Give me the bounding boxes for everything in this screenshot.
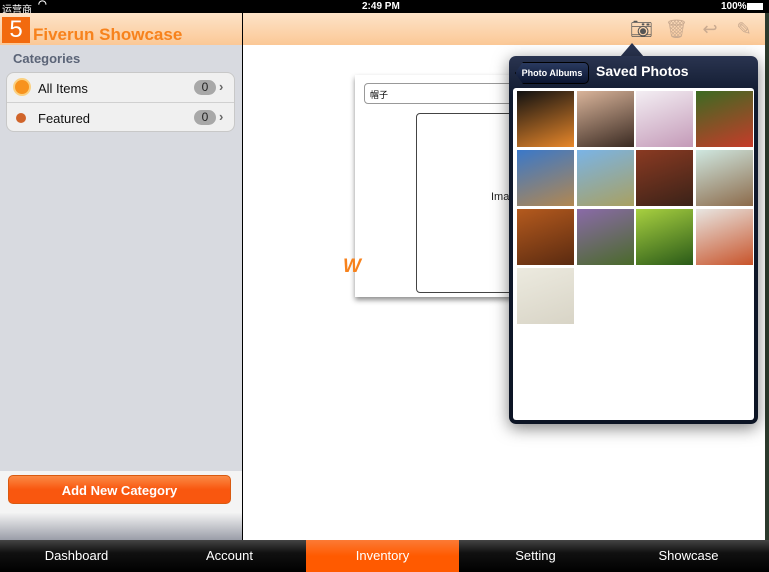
sidebar-header: 5 Fiverun Showcase bbox=[0, 13, 242, 45]
photo-thumbnail[interactable] bbox=[576, 150, 634, 206]
camera-icon[interactable]: 📷︎ bbox=[630, 19, 653, 39]
clock: 2:49 PM bbox=[362, 1, 400, 12]
photo-thumbnail[interactable] bbox=[517, 91, 574, 147]
sidebar: 5 Fiverun Showcase Categories All Items … bbox=[0, 13, 242, 540]
chevron-right-icon: › bbox=[219, 79, 224, 94]
categories-heading: Categories bbox=[13, 51, 81, 66]
wifi-icon: ◠ bbox=[38, 0, 47, 10]
toolbar: 📷︎ 🗑︎ ↩ ✎ bbox=[243, 13, 765, 45]
tab-setting[interactable]: Setting bbox=[459, 540, 612, 572]
brand-logo-fragment: W bbox=[343, 256, 361, 277]
photo-thumbnail[interactable] bbox=[695, 91, 753, 147]
category-all-items[interactable]: All Items 0 › bbox=[7, 73, 234, 103]
photo-picker-popover: Photo Albums Saved Photos bbox=[509, 56, 758, 424]
count-badge: 0 bbox=[194, 110, 216, 125]
tab-showcase[interactable]: Showcase bbox=[612, 540, 765, 572]
tab-account[interactable]: Account bbox=[153, 540, 306, 572]
app-title: Fiverun Showcase bbox=[33, 25, 183, 44]
app-logo: 5 bbox=[2, 17, 30, 43]
photo-thumbnail[interactable] bbox=[576, 209, 634, 265]
reply-icon[interactable]: ↩ bbox=[699, 19, 721, 39]
count-badge: 0 bbox=[194, 80, 216, 95]
chevron-right-icon: › bbox=[219, 109, 224, 124]
background-edge bbox=[765, 13, 769, 540]
battery-icon bbox=[747, 3, 763, 10]
photo-grid bbox=[513, 88, 754, 420]
photo-thumbnail[interactable] bbox=[517, 150, 574, 206]
photo-albums-back-button[interactable]: Photo Albums bbox=[515, 62, 589, 84]
stack-icon bbox=[13, 78, 31, 96]
image-label: Ima bbox=[491, 191, 510, 203]
category-list: All Items 0 › Featured 0 › bbox=[6, 72, 235, 132]
sidebar-footer: Add New Category bbox=[0, 471, 242, 540]
compose-icon[interactable]: ✎ bbox=[733, 19, 755, 39]
battery-percent: 100% bbox=[721, 1, 747, 12]
popover-arrow bbox=[620, 43, 644, 57]
dot-icon bbox=[16, 113, 26, 123]
photo-thumbnail[interactable] bbox=[695, 150, 753, 206]
popover-title: Saved Photos bbox=[596, 63, 689, 79]
status-bar: 运营商 ◠ 2:49 PM 100% bbox=[0, 0, 769, 16]
tab-bar: Dashboard Account Inventory Setting Show… bbox=[0, 540, 769, 572]
photo-thumbnail[interactable] bbox=[695, 209, 753, 265]
photo-thumbnail[interactable] bbox=[636, 209, 693, 265]
photo-thumbnail[interactable] bbox=[576, 91, 634, 147]
tab-dashboard[interactable]: Dashboard bbox=[0, 540, 153, 572]
add-category-button[interactable]: Add New Category bbox=[8, 475, 231, 504]
category-label: All Items bbox=[38, 81, 88, 96]
category-featured[interactable]: Featured 0 › bbox=[7, 103, 234, 133]
photo-thumbnail[interactable] bbox=[636, 91, 693, 147]
category-label: Featured bbox=[38, 111, 91, 126]
photo-thumbnail[interactable] bbox=[636, 150, 693, 206]
tab-inventory[interactable]: Inventory bbox=[306, 540, 459, 572]
photo-thumbnail[interactable] bbox=[517, 209, 574, 265]
trash-icon[interactable]: 🗑︎ bbox=[665, 19, 688, 39]
photo-thumbnail[interactable] bbox=[517, 268, 574, 324]
